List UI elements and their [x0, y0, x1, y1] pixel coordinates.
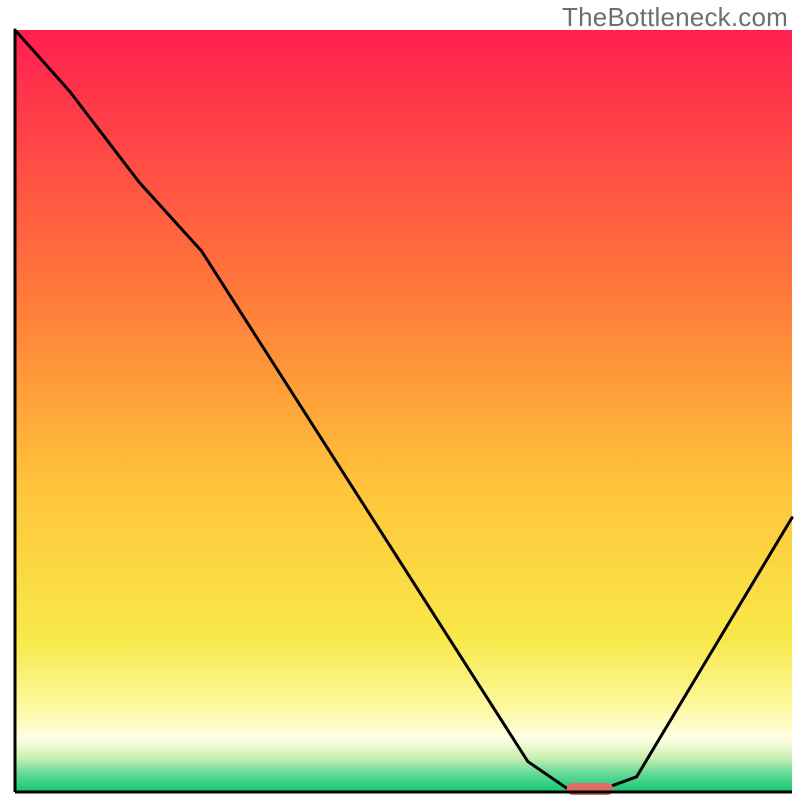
bottleneck-chart: [0, 0, 800, 800]
chart-frame: TheBottleneck.com: [0, 0, 800, 800]
plot-background: [15, 30, 792, 792]
